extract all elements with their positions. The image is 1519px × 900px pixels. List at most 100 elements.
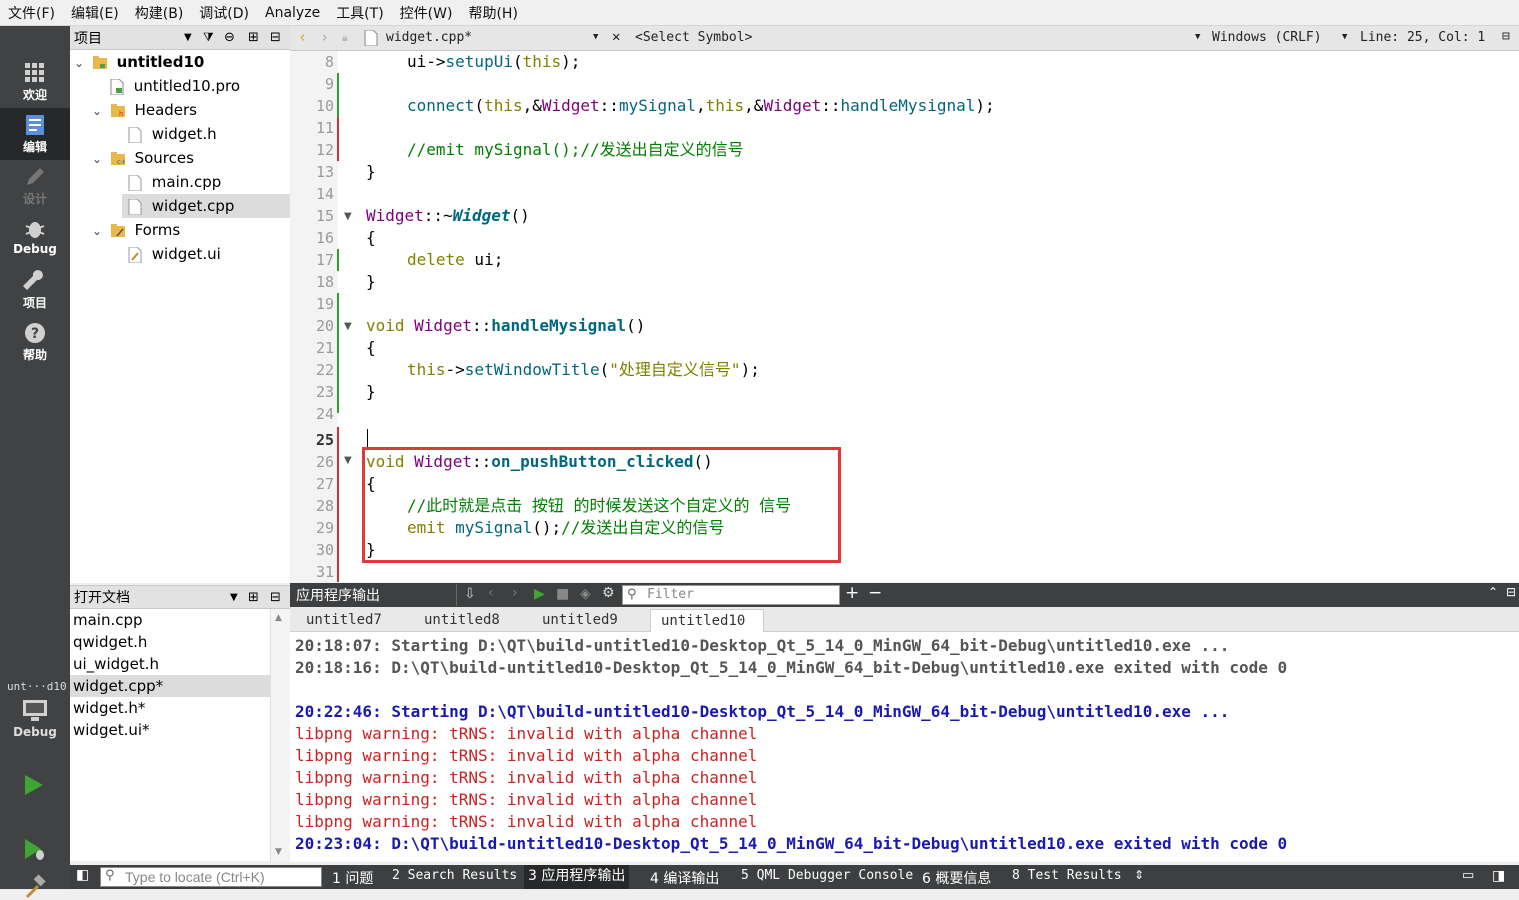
attach-icon[interactable]: ⇩ — [464, 586, 476, 602]
code-token: this — [705, 96, 745, 115]
debug-run-icon[interactable] — [23, 838, 47, 862]
menu-edit[interactable]: 编辑(E) — [63, 3, 127, 23]
symbol-selector[interactable]: <Select Symbol> — [635, 30, 752, 45]
kit-selector[interactable]: unt···d10 Debug — [0, 680, 70, 746]
list-item[interactable]: widget.cpp* — [70, 675, 270, 697]
status-tab[interactable]: 6 概要信息 — [922, 868, 991, 888]
tree-item-headers[interactable]: ⌄ h Headers — [70, 98, 290, 122]
split-icon[interactable]: ⊟ — [1502, 29, 1510, 44]
line-ending-selector[interactable]: Windows (CRLF) — [1212, 30, 1322, 45]
mode-edit[interactable]: 编辑 — [0, 108, 70, 160]
clean-icon[interactable]: ◈ — [580, 586, 591, 602]
open-docs-list: main.cpp qwidget.h ui_widget.h widget.cp… — [70, 609, 270, 861]
locator-input[interactable]: ⚲ Type to locate (Ctrl+K) — [100, 867, 322, 887]
chevron-down-icon[interactable]: ⌄ — [92, 147, 106, 171]
status-tab-active[interactable]: 3 应用程序输出 — [524, 865, 630, 889]
tree-item-widget-ui[interactable]: widget.ui — [70, 242, 290, 266]
chevron-down-icon[interactable]: ⌄ — [92, 99, 106, 123]
menu-debug[interactable]: 调试(D) — [191, 3, 257, 23]
tree-item-pro-file[interactable]: untitled10.pro — [70, 74, 290, 98]
menu-tools[interactable]: 工具(T) — [328, 3, 391, 23]
close-panel-icon[interactable]: ⊟ — [270, 590, 281, 605]
menu-analyze[interactable]: Analyze — [257, 5, 328, 21]
fold-arrow-icon[interactable]: ▼ — [344, 211, 352, 222]
link-icon[interactable]: ⊖ — [224, 30, 235, 45]
build-hammer-icon[interactable] — [22, 874, 48, 900]
mode-help[interactable]: ? 帮助 — [0, 316, 70, 368]
prev-icon[interactable]: ‹ — [488, 585, 494, 601]
filter-input[interactable]: ⚲ Filter — [622, 585, 840, 605]
chevron-down-icon[interactable]: ▼ — [1195, 32, 1200, 42]
add-icon[interactable]: + — [845, 583, 859, 603]
fold-arrow-icon[interactable]: ▼ — [344, 455, 352, 466]
chevron-down-icon[interactable]: ⌄ — [74, 51, 88, 75]
output-tab-active[interactable]: untitled10✕ — [650, 609, 764, 650]
output-tab[interactable]: untitled8✕ — [414, 609, 518, 649]
run-icon[interactable] — [23, 774, 45, 796]
tree-item-label: Headers — [134, 101, 197, 119]
mode-welcome[interactable]: 欢迎 — [0, 56, 70, 108]
current-file[interactable]: widget.cpp* — [386, 30, 472, 45]
code-token: ( — [599, 360, 610, 379]
scrollbar[interactable]: ▲ ▼ — [270, 609, 290, 861]
more-tabs-icon[interactable]: ⇕ — [1134, 868, 1144, 882]
list-item[interactable]: widget.h* — [70, 697, 270, 719]
mode-design[interactable]: 设计 — [0, 160, 70, 212]
cursor-position[interactable]: Line: 25, Col: 1 — [1360, 30, 1485, 45]
run-icon[interactable]: ▶ — [534, 586, 545, 602]
project-panel-title[interactable]: 项目 — [74, 28, 194, 48]
chevron-down-icon[interactable]: ⌄ — [92, 219, 106, 243]
stop-icon[interactable]: ■ — [556, 586, 569, 602]
open-docs-title[interactable]: 打开文档 — [74, 587, 130, 607]
fold-arrow-icon[interactable]: ▼ — [344, 321, 352, 332]
list-item[interactable]: widget.ui* — [70, 719, 270, 741]
output-tab[interactable]: untitled7✕ — [296, 609, 400, 649]
tree-item-widget-cpp[interactable]: widget.cpp — [122, 194, 290, 218]
mode-debug[interactable]: Debug — [0, 212, 70, 264]
list-item[interactable]: main.cpp — [70, 609, 270, 631]
minus-icon[interactable]: − — [868, 583, 882, 603]
status-tab[interactable]: 2 Search Results — [392, 868, 517, 883]
chevron-down-icon[interactable]: ▼ — [184, 32, 192, 43]
list-item[interactable]: qwidget.h — [70, 631, 270, 653]
mode-label: Debug — [13, 242, 57, 256]
split-icon[interactable]: ⊞ — [248, 590, 259, 605]
status-tab[interactable]: 5 QML Debugger Console — [741, 868, 913, 883]
close-panel-icon[interactable]: ⊟ — [270, 30, 281, 45]
output-toggle-icon[interactable]: ◨ — [1492, 868, 1505, 884]
progress-toggle-icon[interactable]: ▭ — [1462, 868, 1474, 883]
next-icon[interactable]: › — [512, 585, 518, 601]
tree-item-sources[interactable]: ⌄ c+ Sources — [70, 146, 290, 170]
scroll-down-icon[interactable]: ▼ — [275, 847, 282, 857]
chevron-down-icon[interactable]: ▼ — [230, 592, 238, 603]
status-tab[interactable]: 4 编译输出 — [650, 868, 719, 888]
tree-item-forms[interactable]: ⌄ Forms — [70, 218, 290, 242]
menu-widgets[interactable]: 控件(W) — [392, 3, 461, 23]
output-tab[interactable]: untitled9✕ — [532, 609, 636, 649]
back-arrow-icon[interactable]: ‹ — [298, 28, 307, 46]
filter-icon[interactable]: ⧩ — [203, 30, 214, 45]
split-icon[interactable]: ⊞ — [248, 30, 259, 45]
tree-item-main-cpp[interactable]: main.cpp — [70, 170, 290, 194]
close-panel-icon[interactable]: ⊟ — [1506, 585, 1516, 599]
gear-icon[interactable]: ⚙ — [602, 585, 615, 601]
menu-help[interactable]: 帮助(H) — [460, 3, 525, 23]
status-tab[interactable]: 1 问题 — [332, 868, 373, 888]
menu-build[interactable]: 构建(B) — [127, 3, 192, 23]
tree-item-project[interactable]: ⌄ untitled10 — [70, 50, 290, 74]
sidebar-toggle-icon[interactable]: ◧ — [76, 867, 89, 883]
lock-icon: 🔒︎ — [342, 31, 348, 44]
list-item[interactable]: ui_widget.h — [70, 653, 270, 675]
chevron-down-icon[interactable]: ▼ — [593, 32, 598, 42]
mode-projects[interactable]: 项目 — [0, 264, 70, 316]
status-tab[interactable]: 8 Test Results — [1012, 868, 1122, 883]
forward-arrow-icon[interactable]: › — [320, 28, 329, 46]
application-output[interactable]: 20:18:07: Starting D:\QT\build-untitled1… — [290, 632, 1519, 862]
scroll-up-icon[interactable]: ▲ — [275, 613, 282, 623]
maximize-icon[interactable]: ⌃ — [1488, 585, 1498, 599]
menu-file[interactable]: 文件(F) — [0, 3, 63, 23]
tree-item-widget-h[interactable]: widget.h — [70, 122, 290, 146]
close-icon[interactable]: ✕ — [612, 29, 620, 45]
chevron-down-icon[interactable]: ▼ — [1342, 32, 1347, 42]
mode-label: 帮助 — [22, 348, 47, 362]
